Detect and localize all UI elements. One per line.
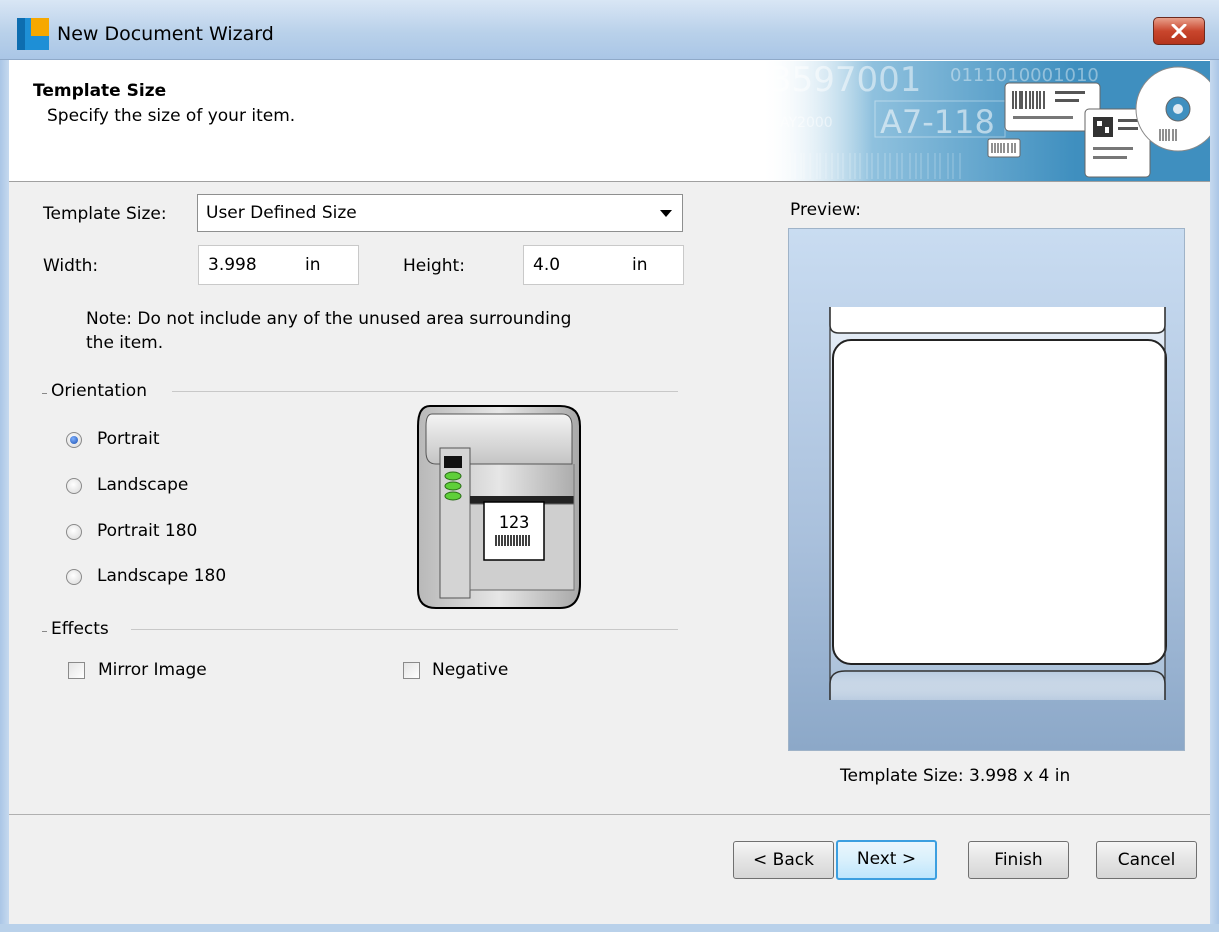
radio-button[interactable] [66,432,82,448]
window-frame-right [1210,60,1219,932]
radio-portrait-180[interactable]: Portrait 180 [66,521,236,543]
mirror-image-checkbox[interactable]: Mirror Image [68,660,238,682]
height-value: 4.0 [533,255,561,275]
finish-button[interactable]: Finish [968,841,1069,879]
height-label: Height: [403,256,465,276]
width-field[interactable]: 3.998 in [198,245,359,285]
note-line-2: the item. [86,333,164,353]
next-button[interactable]: Next > [836,840,937,880]
effects-group-label: Effects [51,619,109,639]
radio-label: Portrait 180 [97,521,198,541]
group-divider [131,629,678,630]
template-size-label: Template Size: [43,204,167,224]
radio-button[interactable] [66,524,82,540]
close-icon [1171,24,1187,38]
note-line-1: Note: Do not include any of the unused a… [86,309,572,329]
height-unit: in [632,255,648,275]
window-frame-bottom [0,924,1219,932]
label-preview [832,339,1167,665]
page-title: Template Size [33,81,167,101]
checkbox-label: Negative [432,660,509,680]
window-title: New Document Wizard [57,23,274,45]
orientation-group-label: Orientation [51,381,147,401]
template-size-value: User Defined Size [206,203,357,223]
radio-portrait[interactable]: Portrait [66,429,206,451]
preview-label: Preview: [790,200,861,220]
checkbox-label: Mirror Image [98,660,207,680]
preview-size-text: Template Size: 3.998 x 4 in [840,766,1071,786]
preview-panel [788,228,1185,751]
printer-icon: 123 [412,404,582,610]
header-banner-image: 3597001 0111010001010 AY2000 A7-118 [760,61,1210,181]
note-text: Note: Do not include any of the unused a… [86,307,666,355]
app-logo-icon [17,18,49,50]
width-value: 3.998 [208,255,257,275]
group-divider [42,631,47,632]
radio-label: Portrait [97,429,160,449]
window-frame-left [0,60,9,932]
close-button[interactable] [1153,17,1205,45]
page-subtitle: Specify the size of your item. [47,106,296,126]
radio-label: Landscape 180 [97,566,227,586]
checkbox[interactable] [68,662,85,679]
group-divider [42,393,47,394]
checkbox[interactable] [403,662,420,679]
radio-button[interactable] [66,478,82,494]
banner-code: A7-118 [880,103,995,141]
width-unit: in [305,255,321,275]
radio-button[interactable] [66,569,82,585]
cancel-button[interactable]: Cancel [1096,841,1197,879]
height-field[interactable]: 4.0 in [523,245,684,285]
radio-landscape[interactable]: Landscape [66,475,226,497]
radio-landscape-180[interactable]: Landscape 180 [66,566,256,588]
back-button[interactable]: < Back [733,841,834,879]
negative-checkbox[interactable]: Negative [403,660,543,682]
banner-number: 3597001 [770,61,921,100]
group-divider [172,391,678,392]
banner-year: AY2000 [780,115,833,131]
width-label: Width: [43,256,99,276]
template-size-dropdown[interactable]: User Defined Size [197,194,683,232]
dropdown-arrow-icon [660,210,672,217]
button-separator [9,814,1210,815]
printer-label-text: 123 [499,513,530,533]
radio-label: Landscape [97,475,189,495]
